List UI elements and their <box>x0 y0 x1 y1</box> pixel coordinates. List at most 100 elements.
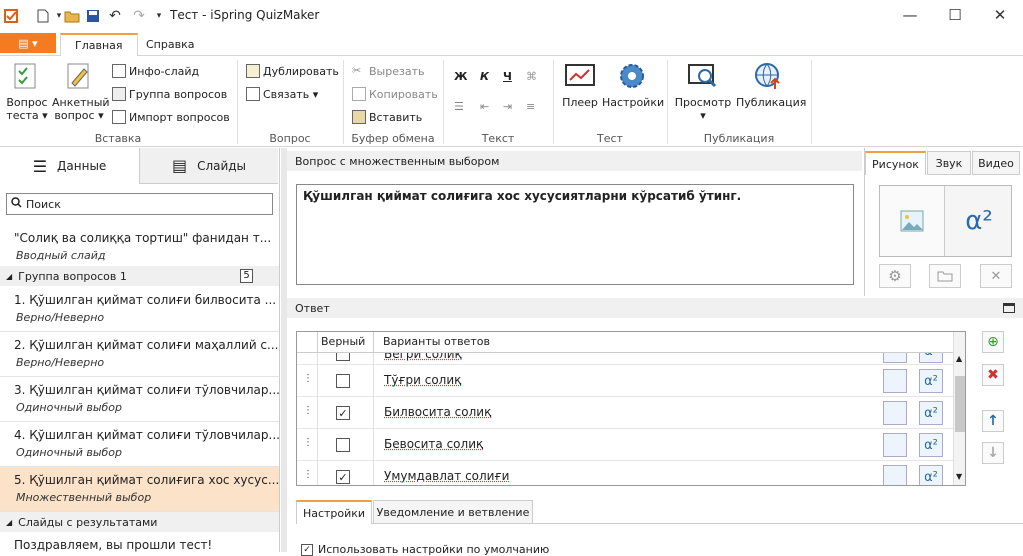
answer-formula-icon[interactable]: α² <box>919 433 943 457</box>
publish-button[interactable]: Публикация <box>736 60 806 109</box>
undo-icon[interactable]: ↶ <box>106 7 124 25</box>
align-icon[interactable]: ≡ <box>526 100 535 113</box>
table-row-partial[interactable]: Бёгри солиқ α² <box>297 353 953 365</box>
media-delete-icon[interactable]: ✕ <box>980 264 1012 288</box>
paste-button[interactable]: Вставить <box>352 110 422 124</box>
answer-image-icon[interactable] <box>883 353 907 363</box>
preview-button[interactable]: Просмотр ▾ <box>674 60 732 122</box>
search-input[interactable]: Поиск <box>6 193 273 215</box>
list-item[interactable]: 2. Қўшилган қиймат солиғи маҳаллий с... … <box>0 332 279 377</box>
answer-formula-icon[interactable]: α² <box>919 401 943 425</box>
tab-slides-label: Слайды <box>197 158 247 173</box>
list-item[interactable]: 1. Қўшилган қиймат солиғи билвосита ... … <box>0 287 279 332</box>
underline-button[interactable]: Ч <box>503 70 512 83</box>
scroll-down-icon[interactable]: ▼ <box>956 472 962 481</box>
answer-scrollbar[interactable]: ▲ ▼ <box>953 332 965 485</box>
italic-button[interactable]: К <box>480 70 489 83</box>
info-slide-button[interactable]: Инфо-слайд <box>112 64 199 78</box>
answer-text[interactable]: Тўғри солиқ <box>384 373 461 387</box>
indent-decrease-icon[interactable]: ⇤ <box>480 100 489 113</box>
open-folder-icon[interactable] <box>63 7 81 25</box>
answer-text[interactable]: Умумдавлат солиғи <box>384 469 509 483</box>
add-answer-icon[interactable]: ⊕ <box>982 331 1004 353</box>
quick-access-menu-icon[interactable]: ▾ <box>150 7 168 25</box>
tab-help[interactable]: Справка <box>132 33 208 56</box>
table-row[interactable]: ⋮ ✓ Умумдавлат солиғи α² <box>297 461 953 485</box>
table-row[interactable]: ⋮ ✓ Билвосита солиқ α² <box>297 397 953 429</box>
tab-picture[interactable]: Рисунок <box>865 151 926 175</box>
answer-text[interactable]: Бевосита солиқ <box>384 437 483 451</box>
settings-label: Настройки <box>602 96 665 109</box>
correct-checkbox[interactable] <box>336 438 350 452</box>
tab-home[interactable]: Главная <box>60 33 138 56</box>
tab-sound[interactable]: Звук <box>927 151 971 175</box>
list-item-selected[interactable]: 5. Қўшилган қиймат солиғига хос хусус...… <box>0 467 279 512</box>
tab-settings[interactable]: Настройки <box>296 500 372 524</box>
drag-handle-icon[interactable]: ⋮ <box>303 373 313 384</box>
collapse-icon[interactable]: ◢ <box>6 272 12 281</box>
tab-video[interactable]: Видео <box>972 151 1020 175</box>
answer-image-icon[interactable] <box>883 369 907 393</box>
answer-formula-icon[interactable]: α² <box>919 465 943 485</box>
answer-image-icon[interactable] <box>883 465 907 485</box>
use-defaults-checkbox[interactable]: ✓ <box>301 544 313 556</box>
settings-button[interactable]: Настройки <box>602 60 665 109</box>
maximize-icon[interactable]: ☐ <box>932 4 978 26</box>
maximize-pane-icon[interactable] <box>1003 303 1015 313</box>
correct-checkbox[interactable] <box>336 374 350 388</box>
move-up-icon[interactable]: ↑ <box>982 410 1004 432</box>
answer-formula-icon[interactable]: α² <box>919 369 943 393</box>
correct-checkbox-checked[interactable]: ✓ <box>336 470 350 484</box>
save-icon[interactable] <box>84 7 102 25</box>
import-questions-button[interactable]: Импорт вопросов <box>112 110 230 124</box>
cut-button[interactable]: ✂ Вырезать <box>352 64 424 78</box>
drag-handle-icon[interactable]: ⋮ <box>303 405 313 416</box>
list-item-result[interactable]: Поздравляем, вы прошли тест! <box>0 532 279 554</box>
survey-question-button[interactable]: Анкетный вопрос ▾ <box>52 60 110 122</box>
minimize-icon[interactable]: — <box>887 4 933 26</box>
collapse-icon[interactable]: ◢ <box>6 518 12 527</box>
answer-text[interactable]: Бёгри солиқ <box>384 353 462 361</box>
file-menu-button[interactable]: ▤ ▾ <box>0 33 56 53</box>
list-item[interactable]: 3. Қўшилган қиймат солиғи тўловчилар... … <box>0 377 279 422</box>
tab-feedback-branching[interactable]: Уведомление и ветвление <box>373 500 533 524</box>
scroll-thumb[interactable] <box>955 376 965 432</box>
question-group-header[interactable]: ◢ Группа вопросов 1 5 <box>0 266 279 286</box>
insert-image-icon[interactable] <box>880 186 945 256</box>
move-down-icon[interactable]: ↓ <box>982 442 1004 464</box>
bold-button[interactable]: Ж <box>454 70 467 83</box>
indent-increase-icon[interactable]: ⇥ <box>503 100 512 113</box>
text-link-icon[interactable]: ⌘ <box>526 70 537 83</box>
correct-checkbox[interactable] <box>336 353 350 361</box>
media-open-folder-icon[interactable] <box>929 264 961 288</box>
table-row[interactable]: ⋮ Тўғри солиқ α² <box>297 365 953 397</box>
question-button[interactable]: Вопрос теста ▾ <box>6 60 48 122</box>
drag-handle-icon[interactable]: ⋮ <box>303 437 313 448</box>
player-button[interactable]: Плеер <box>560 60 600 109</box>
question-text-field[interactable]: Қўшилган қиймат солиғига хос хусусиятлар… <box>296 184 854 285</box>
import-icon <box>112 110 126 124</box>
list-item[interactable]: 4. Қўшилган қиймат солиғи тўловчилар... … <box>0 422 279 467</box>
bullet-list-icon[interactable]: ☰ <box>454 100 464 113</box>
media-settings-icon[interactable]: ⚙ <box>879 264 911 288</box>
answer-image-icon[interactable] <box>883 433 907 457</box>
list-item-intro[interactable]: "Солиқ ва солиққа тортиш" фанидан т... В… <box>0 225 279 269</box>
answer-image-icon[interactable] <box>883 401 907 425</box>
question-group-button[interactable]: Группа вопросов <box>112 87 227 101</box>
drag-handle-icon[interactable]: ⋮ <box>303 469 313 480</box>
scroll-up-icon[interactable]: ▲ <box>956 354 962 363</box>
close-icon[interactable]: ✕ <box>977 4 1023 26</box>
redo-icon[interactable]: ↷ <box>130 7 148 25</box>
answer-text[interactable]: Билвосита солиқ <box>384 405 491 419</box>
link-button[interactable]: Связать ▾ <box>246 87 318 101</box>
results-group-header[interactable]: ◢ Слайды с результатами <box>0 512 279 532</box>
duplicate-button[interactable]: Дублировать <box>246 64 339 78</box>
delete-answer-icon[interactable]: ✖ <box>982 364 1004 386</box>
tab-slides[interactable]: ▤ Слайды <box>139 148 278 184</box>
correct-checkbox-checked[interactable]: ✓ <box>336 406 350 420</box>
table-row[interactable]: ⋮ Бевосита солиқ α² <box>297 429 953 461</box>
tab-data[interactable]: ☰ Данные <box>0 148 139 184</box>
answer-formula-icon[interactable]: α² <box>919 353 943 363</box>
insert-formula-icon[interactable]: α² <box>947 186 1011 256</box>
copy-button[interactable]: Копировать <box>352 87 438 101</box>
